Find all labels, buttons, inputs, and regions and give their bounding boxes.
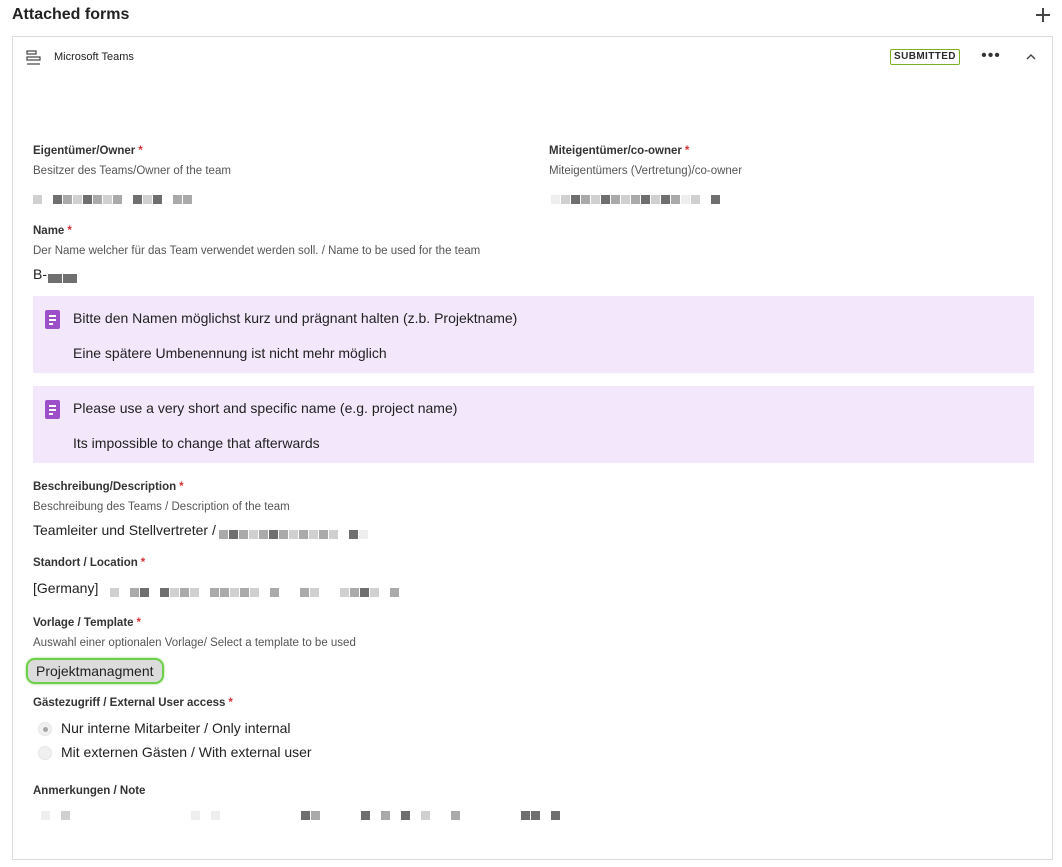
owner-label: Eigentümer/Owner * — [33, 145, 143, 157]
template-help: Auswahl einer optionalen Vorlage/ Select… — [33, 637, 356, 649]
coowner-value — [551, 187, 721, 205]
form-list-icon — [26, 50, 41, 65]
form-card-header[interactable]: Microsoft Teams SUBMITTED ••• — [13, 37, 1052, 77]
guest-access-label-text: Gästezugriff / External User access — [33, 697, 226, 709]
redacted-text — [551, 191, 721, 205]
redacted-text — [218, 526, 369, 540]
description-label-text: Beschreibung/Description — [33, 481, 177, 493]
coowner-label: Miteigentümer/co-owner * — [549, 145, 689, 157]
radio-with-external[interactable] — [38, 746, 52, 760]
name-label: Name * — [33, 225, 72, 237]
redacted-text — [110, 584, 400, 598]
info-box-german: Bitte den Namen möglichst kurz und prägn… — [33, 296, 1034, 373]
coowner-label-text: Miteigentümer/co-owner — [549, 145, 682, 157]
required-marker: * — [179, 481, 184, 493]
name-value-text: B- — [33, 266, 47, 282]
template-label-text: Vorlage / Template — [33, 617, 134, 629]
redacted-text — [33, 191, 193, 205]
info-line: Its impossible to change that afterwards — [73, 435, 320, 451]
required-marker: * — [67, 225, 72, 237]
location-value: [Germany] — [33, 580, 400, 598]
name-label-text: Name — [33, 225, 65, 237]
required-marker: * — [684, 145, 690, 157]
location-value-text: [Germany] — [33, 580, 99, 596]
redacted-text — [41, 807, 561, 821]
add-form-button[interactable] — [1032, 4, 1054, 26]
note-icon — [45, 400, 60, 419]
location-label-text: Standort / Location — [33, 557, 138, 569]
description-value: Teamleiter und Stellvertreter / — [33, 522, 369, 540]
description-help: Beschreibung des Teams / Description of … — [33, 501, 290, 513]
page-title: Attached forms — [12, 6, 130, 23]
info-box-english: Please use a very short and specific nam… — [33, 386, 1034, 463]
owner-value — [33, 187, 193, 205]
info-line: Bitte den Namen möglichst kurz und prägn… — [73, 310, 518, 326]
status-badge: SUBMITTED — [890, 49, 960, 65]
coowner-help: Miteigentümers (Vertretung)/co-owner — [549, 165, 743, 177]
name-value: B- — [33, 266, 78, 284]
chevron-up-icon — [1026, 54, 1036, 60]
required-marker: * — [136, 617, 142, 629]
required-marker: * — [138, 145, 143, 157]
radio-only-internal[interactable] — [38, 722, 52, 736]
template-label: Vorlage / Template * — [33, 617, 141, 629]
radio-label-only-internal[interactable]: Nur interne Mitarbeiter / Only internal — [61, 720, 291, 736]
info-line: Eine spätere Umbenennung ist nicht mehr … — [73, 345, 387, 361]
radio-label-with-external[interactable]: Mit externen Gästen / With external user — [61, 744, 312, 760]
note-value — [41, 803, 561, 821]
form-card: Microsoft Teams SUBMITTED ••• Eigentümer… — [12, 36, 1053, 860]
name-help: Der Name welcher für das Team verwendet … — [33, 245, 481, 257]
required-marker: * — [228, 697, 233, 709]
description-value-text: Teamleiter und Stellvertreter / — [33, 522, 216, 538]
redacted-text — [48, 270, 78, 284]
location-label: Standort / Location * — [33, 557, 145, 569]
required-marker: * — [140, 557, 146, 569]
more-horizontal-icon: ••• — [981, 47, 1001, 64]
guest-access-label: Gästezugriff / External User access * — [33, 697, 233, 709]
info-line: Please use a very short and specific nam… — [73, 400, 458, 416]
collapse-button[interactable] — [1021, 47, 1041, 67]
owner-help: Besitzer des Teams/Owner of the team — [33, 165, 231, 177]
more-options-button[interactable]: ••• — [979, 47, 1003, 67]
note-label: Anmerkungen / Note — [33, 785, 146, 797]
note-icon — [45, 310, 60, 329]
template-value[interactable]: Projektmanagment — [26, 658, 164, 684]
form-title: Microsoft Teams — [54, 51, 134, 63]
description-label: Beschreibung/Description * — [33, 481, 184, 493]
owner-label-text: Eigentümer/Owner — [33, 145, 136, 157]
